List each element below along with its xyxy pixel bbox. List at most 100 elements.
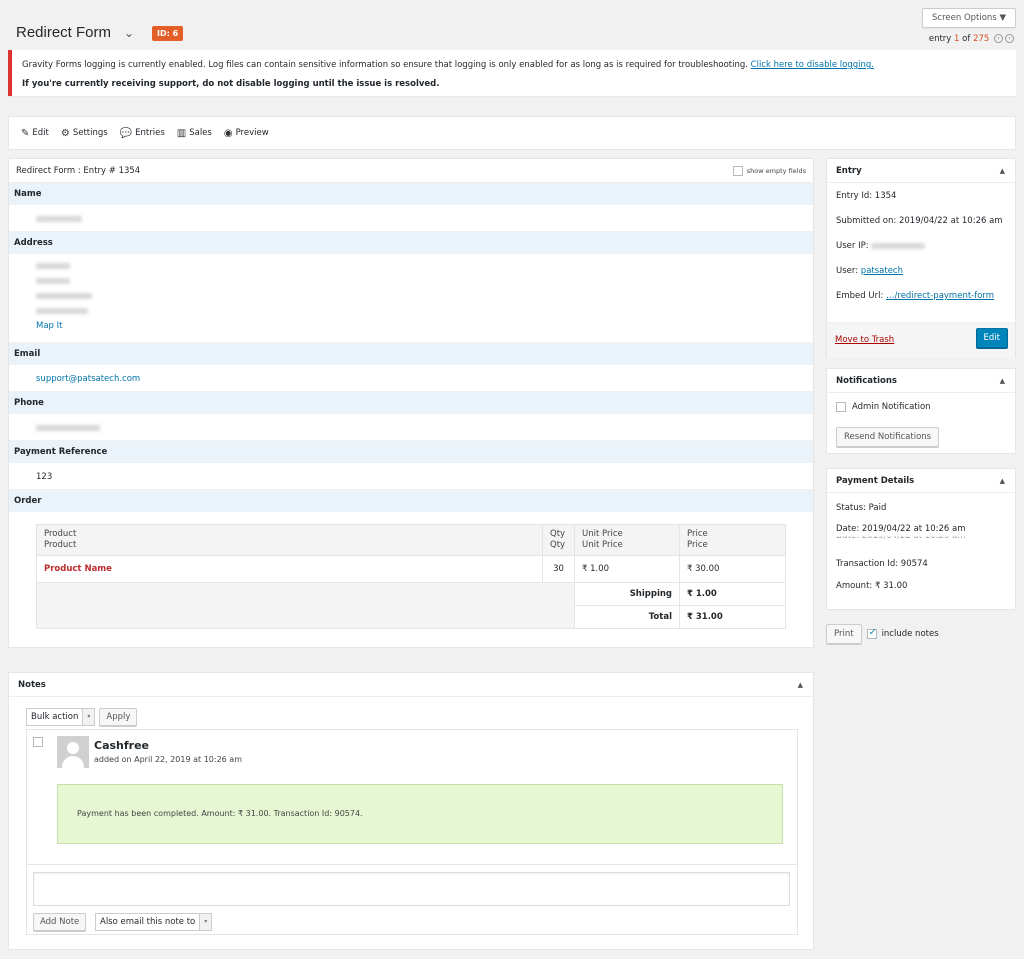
toolbar-sales-label: Sales <box>189 128 212 138</box>
email-link[interactable]: support@patsatech.com <box>36 374 140 384</box>
avatar-head <box>67 742 79 754</box>
notice-warning: If you're currently receiving support, d… <box>22 79 440 89</box>
show-empty-label: show empty fields <box>746 166 806 175</box>
form-id-badge: ID: 6 <box>152 26 184 41</box>
col-qty-label: Qty <box>550 540 566 550</box>
entry-user: User: patsatech <box>827 259 1015 284</box>
embed-url-link[interactable]: …/redirect-payment-form <box>886 291 994 301</box>
notifications-box: Notifications ▲ Admin Notification Resend… <box>826 368 1016 454</box>
map-it-link[interactable]: Map It <box>36 321 62 331</box>
notes-header[interactable]: Notes ▲ <box>9 673 813 697</box>
redacted-value <box>36 277 70 284</box>
toolbar-edit-label: Edit <box>32 128 49 138</box>
toolbar-entries[interactable]: 💬 Entries <box>120 128 165 139</box>
add-note-button[interactable]: Add Note <box>33 913 87 931</box>
caret-down-icon: ▼ <box>999 13 1006 23</box>
admin-notification-checkbox[interactable] <box>836 402 846 412</box>
print-button[interactable]: Print <box>826 624 862 644</box>
user-link[interactable]: patsatech <box>861 266 903 276</box>
email-note-select[interactable]: Also email this note to ▾ <box>95 913 213 931</box>
form-switcher-chevron-icon[interactable]: ⌄ <box>124 26 134 40</box>
toolbar-edit[interactable]: ✎ Edit <box>21 128 49 139</box>
col-unit-price-label: Unit Price <box>582 529 623 539</box>
new-note-textarea[interactable] <box>33 872 790 906</box>
entry-box-footer: Move to Trash Edit <box>827 322 1015 358</box>
toolbar-settings[interactable]: ⚙ Settings <box>61 128 108 139</box>
col-qty: Qty Qty <box>542 524 575 556</box>
collapse-caret-icon[interactable]: ▲ <box>1000 369 1005 393</box>
bulk-action-select[interactable]: Bulk action ▾ <box>26 708 96 726</box>
notes-list: Cashfree added on April 22, 2019 at 10:2… <box>26 729 798 935</box>
field-label-phone: Phone <box>9 392 813 415</box>
collapse-caret-icon[interactable]: ▲ <box>1000 469 1005 493</box>
notes-panel: Notes ▲ Bulk action ▾ Apply Cashfree added… <box>8 672 814 950</box>
field-label-email: Email <box>9 343 813 366</box>
admin-notification-label: Admin Notification <box>852 402 931 412</box>
toolbar-preview[interactable]: ◉ Preview <box>224 128 269 139</box>
next-entry-icon[interactable]: › <box>1005 34 1014 43</box>
move-to-trash-link[interactable]: Move to Trash <box>835 335 894 345</box>
entry-info-box: Entry ▲ Entry Id: 1354 Submitted on: 2019… <box>826 158 1016 358</box>
col-unit-price-label: Unit Price <box>582 540 623 550</box>
collapse-caret-icon[interactable]: ▲ <box>1000 159 1005 183</box>
avatar <box>57 736 89 768</box>
table-row: Product Name 30 ₹ 1.00 ₹ 30.00 <box>36 555 786 583</box>
screen-options-label: Screen Options <box>932 13 997 23</box>
logging-notice: Gravity Forms logging is currently enabl… <box>8 50 1016 96</box>
notifications-box-header[interactable]: Notifications ▲ <box>827 369 1015 393</box>
toolbar-entries-label: Entries <box>135 128 165 138</box>
show-empty-fields-toggle[interactable]: show empty fields <box>732 165 806 176</box>
resend-notifications-button[interactable]: Resend Notifications <box>836 427 940 447</box>
entry-panel-header: Redirect Form : Entry # 1354 show empty … <box>9 159 813 183</box>
field-label-name: Name <box>9 183 813 206</box>
entry-id: Entry Id: 1354 <box>836 191 897 201</box>
user-ip-label: User IP: <box>836 241 869 251</box>
eye-icon: ◉ <box>223 127 233 139</box>
field-value-email: support@patsatech.com <box>9 366 813 392</box>
toolbar-preview-label: Preview <box>235 128 269 138</box>
prev-entry-icon[interactable]: ‹ <box>994 34 1003 43</box>
redacted-value <box>36 262 70 269</box>
entry-embed-url: Embed Url: …/redirect-payment-form <box>827 284 1015 309</box>
include-notes-checkbox[interactable] <box>866 627 877 639</box>
note-select-checkbox[interactable] <box>33 737 43 747</box>
entry-heading: Redirect Form : Entry # 1354 <box>16 165 141 176</box>
col-product: Product Product <box>36 524 543 556</box>
entry-submitted: Submitted on: 2019/04/22 at 10:26 am <box>836 216 1003 226</box>
payment-date: Date: 2019/04/22 at 10:26 am <box>836 524 966 534</box>
screen-options-button[interactable]: Screen Options ▼ <box>922 8 1016 28</box>
comment-icon: 💬 <box>119 127 133 139</box>
payment-box-header[interactable]: Payment Details ▲ <box>827 469 1015 493</box>
payment-details-box: Payment Details ▲ Status: Paid Date: 2019… <box>826 468 1016 610</box>
show-empty-checkbox[interactable] <box>732 165 743 176</box>
entry-of: of <box>962 34 971 44</box>
notes-bulk-controls: Bulk action ▾ Apply <box>26 708 138 726</box>
select-arrow-icon: ▾ <box>199 914 212 930</box>
entry-box-header[interactable]: Entry ▲ <box>827 159 1015 183</box>
shipping-label: Shipping <box>574 582 680 606</box>
order-table-header: Product Product Qty Qty Unit Price Unit Pri… <box>36 524 786 556</box>
field-value-payment-reference: 123 <box>9 464 813 490</box>
avatar-body <box>62 756 84 768</box>
field-label-payment-reference: Payment Reference <box>9 441 813 464</box>
redacted-value <box>36 292 92 299</box>
total-label: Total <box>574 605 680 629</box>
payment-amount: Amount: ₹ 31.00 <box>836 581 908 591</box>
field-label-address: Address <box>9 232 813 255</box>
user-label: User: <box>836 266 859 276</box>
edit-entry-button[interactable]: Edit <box>975 328 1008 348</box>
field-value-name <box>9 206 813 232</box>
edit-icon: ✎ <box>21 127 30 139</box>
admin-notification-option[interactable]: Admin Notification <box>836 402 931 412</box>
collapse-caret-icon[interactable]: ▲ <box>798 673 803 697</box>
order-empty-cell <box>36 582 575 629</box>
apply-button[interactable]: Apply <box>99 708 138 726</box>
col-product-label: Product <box>44 529 77 539</box>
redacted-value <box>36 424 100 431</box>
toolbar-sales[interactable]: ▥ Sales <box>177 128 212 139</box>
col-price-label: Price <box>687 529 708 539</box>
disable-logging-link[interactable]: Click here to disable logging. <box>751 60 874 70</box>
include-notes-label: include notes <box>881 629 939 639</box>
notes-title: Notes <box>18 680 46 690</box>
total-value: ₹ 31.00 <box>679 605 786 629</box>
